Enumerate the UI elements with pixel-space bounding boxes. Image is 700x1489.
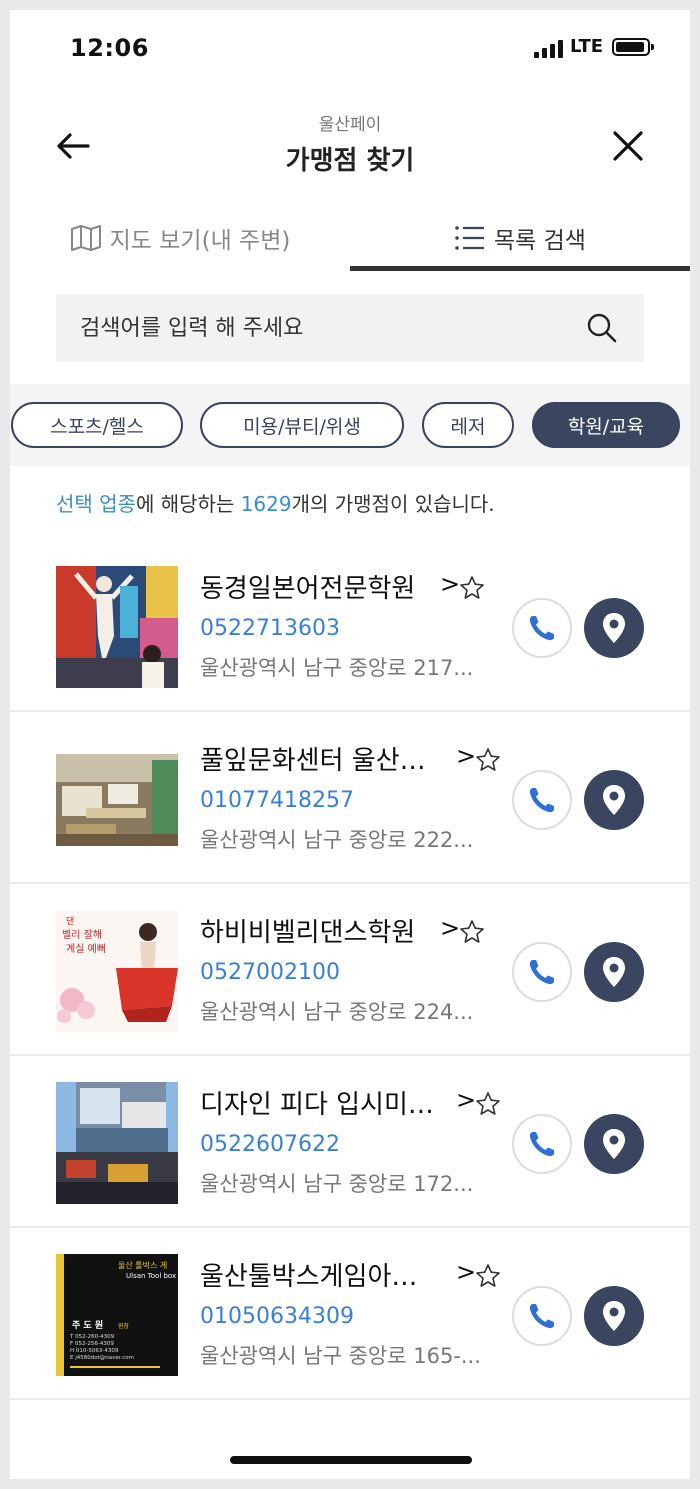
store-name[interactable]: 울산툴박스게임아… — [200, 1256, 444, 1293]
store-phone[interactable]: 0522607622 — [200, 1132, 340, 1157]
store-thumbnail — [56, 738, 178, 860]
location-pin-icon — [603, 957, 625, 987]
call-button[interactable] — [512, 1114, 572, 1174]
thumb-text: 원장 — [118, 1322, 130, 1330]
location-button[interactable] — [584, 1286, 644, 1346]
network-label: LTE — [570, 36, 604, 57]
store-name[interactable]: 풀잎문화센터 울산… — [200, 740, 444, 777]
result-text: 에 해당하는 — [135, 492, 241, 516]
thumb-text: 벨리 잘해 — [62, 928, 102, 941]
tab-map-label: 지도 보기(내 주변) — [109, 228, 291, 254]
search-icon[interactable] — [586, 312, 618, 344]
store-thumbnail: 울산 툴박스 게 Ulsan Tool box 주 도 원 원장 T 052-2… — [56, 1254, 178, 1376]
thumb-text: Ulsan Tool box — [126, 1272, 176, 1280]
store-list-item[interactable]: 울산 툴박스 게 Ulsan Tool box 주 도 원 원장 T 052-2… — [10, 1228, 690, 1400]
store-thumbnail — [56, 1082, 178, 1204]
store-name-row: 풀잎문화센터 울산… > — [200, 740, 500, 780]
call-button[interactable] — [512, 1286, 572, 1346]
close-icon — [613, 131, 643, 161]
page-title: 가맹점 찾기 — [285, 146, 415, 176]
thumb-text: E j4580dot@naver.com — [70, 1355, 134, 1361]
result-suffix: 개의 가맹점이 있습니다. — [291, 492, 495, 516]
thumb-text: F 052-256-4309 — [70, 1341, 114, 1347]
location-button[interactable] — [584, 1114, 644, 1174]
store-thumbnail: 댄 벨리 잘해 계실 예뻐 — [56, 910, 178, 1032]
store-name-row: 동경일본어전문학원 > — [200, 568, 500, 608]
phone-icon — [529, 788, 554, 813]
status-time: 12:06 — [70, 34, 149, 62]
call-button[interactable] — [512, 942, 572, 1002]
thumb-text: T 052-260-4309 — [69, 1334, 115, 1340]
star-icon[interactable] — [474, 746, 502, 774]
phone-icon — [529, 616, 554, 641]
thumb-text: 계실 예뻐 — [66, 943, 106, 955]
star-icon[interactable] — [474, 1262, 502, 1290]
star-icon[interactable] — [474, 1090, 502, 1118]
store-name-row: 울산툴박스게임아… > — [200, 1256, 500, 1296]
chip-beauty-hygiene[interactable]: 미용/뷰티/위생 — [200, 402, 404, 448]
store-phone[interactable]: 01077418257 — [200, 788, 354, 813]
page-subtitle: 울산페이 — [318, 115, 382, 135]
map-icon — [70, 224, 102, 252]
category-filter-bar: 스포츠/헬스 미용/뷰티/위생 레저 학원/교육 — [10, 384, 690, 466]
home-indicator[interactable] — [230, 1456, 472, 1464]
battery-icon — [612, 38, 654, 56]
store-list-item[interactable]: 댄 벨리 잘해 계실 예뻐 하비비벨리댄스학원 > 0527002100 울산광… — [10, 884, 690, 1056]
store-list-item[interactable]: 동경일본어전문학원 > 0522713603 울산광역시 남구 중앙로 217.… — [10, 540, 690, 712]
store-name-row: 디자인 피다 입시미… > — [200, 1084, 500, 1124]
chip-sports-health[interactable]: 스포츠/헬스 — [11, 402, 183, 448]
store-name[interactable]: 동경일본어전문학원 — [200, 568, 415, 605]
tab-map-view[interactable]: 지도 보기(내 주변) — [10, 206, 350, 270]
star-icon[interactable] — [458, 574, 486, 602]
store-name[interactable]: 디자인 피다 입시미… — [200, 1084, 444, 1121]
store-address: 울산광역시 남구 중앙로 165-... — [200, 1344, 481, 1368]
list-icon — [454, 224, 486, 252]
chip-leisure[interactable]: 레저 — [422, 402, 514, 448]
phone-screen: 12:06 LTE 울산페이 가맹점 찾기 지도 보기(내 주변) 목록 검색 … — [10, 10, 690, 1479]
call-button[interactable] — [512, 598, 572, 658]
star-icon[interactable] — [458, 918, 486, 946]
store-address: 울산광역시 남구 중앙로 172... — [200, 1172, 474, 1196]
thumb-text: 울산 툴박스 게 — [118, 1260, 167, 1270]
location-pin-icon — [603, 1301, 625, 1331]
row-divider — [10, 1398, 690, 1400]
tab-list-label: 목록 검색 — [494, 228, 586, 254]
tab-list-search[interactable]: 목록 검색 — [350, 206, 690, 270]
phone-icon — [529, 1132, 554, 1157]
store-phone[interactable]: 0527002100 — [200, 960, 340, 985]
store-phone[interactable]: 01050634309 — [200, 1304, 354, 1329]
store-address: 울산광역시 남구 중앙로 217... — [200, 656, 474, 680]
location-button[interactable] — [584, 598, 644, 658]
location-button[interactable] — [584, 942, 644, 1002]
store-address: 울산광역시 남구 중앙로 224... — [200, 1000, 474, 1024]
phone-icon — [529, 1304, 554, 1329]
close-button[interactable] — [606, 124, 650, 168]
store-name[interactable]: 하비비벨리댄스학원 — [200, 912, 415, 949]
store-address: 울산광역시 남구 중앙로 222... — [200, 828, 474, 852]
store-phone[interactable]: 0522713603 — [200, 616, 340, 641]
thumb-text: 댄 — [66, 916, 74, 927]
phone-icon — [529, 960, 554, 985]
store-name-row: 하비비벨리댄스학원 > — [200, 912, 500, 952]
location-pin-icon — [603, 613, 625, 643]
call-button[interactable] — [512, 770, 572, 830]
search-input[interactable] — [80, 294, 560, 362]
location-pin-icon — [603, 1129, 625, 1159]
signal-icon — [534, 38, 566, 58]
chip-education[interactable]: 학원/교육 — [532, 402, 680, 448]
result-summary: 선택 업종에 해당하는 1629개의 가맹점이 있습니다. — [56, 488, 495, 517]
active-tab-indicator — [350, 266, 690, 271]
result-category-label: 선택 업종 — [56, 492, 136, 516]
store-thumbnail — [56, 566, 178, 688]
thumb-text: H 010-5063-4309 — [70, 1348, 119, 1354]
result-count: 1629 — [240, 492, 292, 516]
thumb-text: 주 도 원 — [72, 1319, 103, 1331]
store-list-item[interactable]: 풀잎문화센터 울산… > 01077418257 울산광역시 남구 중앙로 22… — [10, 712, 690, 884]
search-box — [56, 294, 644, 362]
location-button[interactable] — [584, 770, 644, 830]
location-pin-icon — [603, 785, 625, 815]
store-list-item[interactable]: 디자인 피다 입시미… > 0522607622 울산광역시 남구 중앙로 17… — [10, 1056, 690, 1228]
status-bar: 12:06 LTE — [10, 10, 690, 86]
